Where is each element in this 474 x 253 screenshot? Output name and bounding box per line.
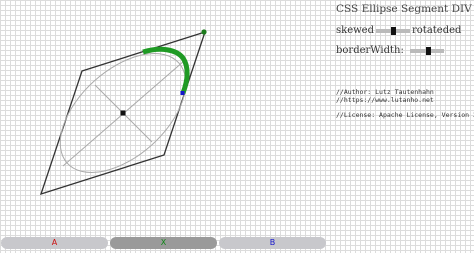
ellipse-drawing-canvas[interactable] (0, 0, 474, 253)
segment-end-handle-blue[interactable] (180, 91, 185, 95)
border-width-control: borderWidth: (336, 45, 446, 56)
ellipse-segment-arc[interactable] (142, 46, 190, 94)
border-width-label: borderWidth: (336, 45, 404, 56)
center-handle[interactable] (120, 110, 126, 116)
border-width-slider[interactable] (409, 46, 444, 55)
url-line: //https://www.lutanho.net (336, 96, 434, 104)
border-width-slider-thumb[interactable] (425, 46, 431, 55)
corner-handle-green[interactable] (201, 29, 207, 35)
author-line: //Author: Lutz Tautenhahn (336, 88, 434, 96)
tab-x[interactable]: X (110, 237, 217, 249)
mode-tabs: A X B (0, 237, 474, 249)
skewed-rotated-control: skewed rotateded (336, 25, 461, 36)
skewed-label: skewed (336, 25, 374, 36)
page-title: CSS Ellipse Segment DIV (336, 3, 472, 15)
tab-b[interactable]: B (219, 237, 326, 249)
license-line: //License: Apache License, Version 2.0 (336, 111, 474, 119)
skewed-rotated-slider-thumb[interactable] (391, 26, 396, 35)
tab-a[interactable]: A (1, 237, 108, 249)
skewed-rotated-slider[interactable] (376, 26, 410, 35)
rotated-label: rotateded (412, 25, 462, 36)
